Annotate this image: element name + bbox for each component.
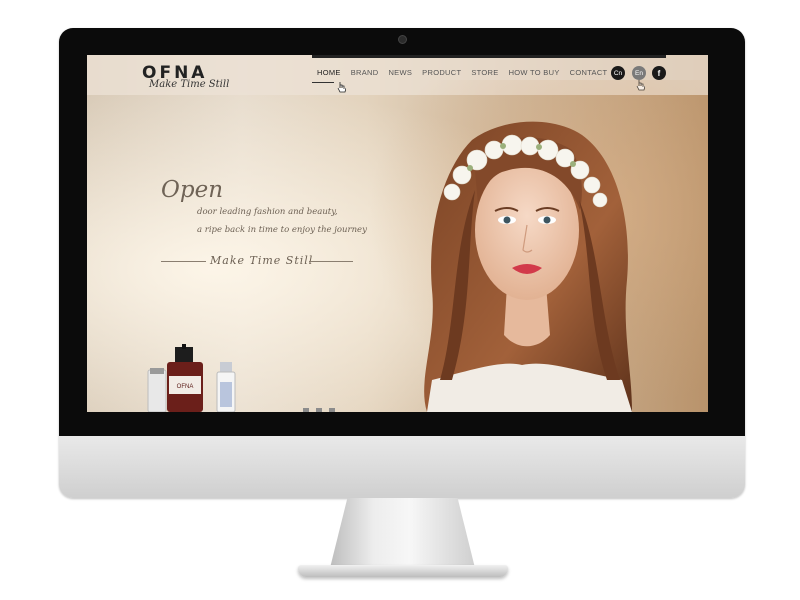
nav-item-home[interactable]: HOME — [312, 68, 346, 77]
slider-dot[interactable] — [303, 408, 309, 412]
monitor-base — [298, 565, 508, 577]
product-label: OFNA — [177, 384, 194, 390]
facebook-icon[interactable]: f — [652, 66, 666, 80]
nav-item-news[interactable]: NEWS — [383, 68, 417, 77]
nav-item-how-to-buy[interactable]: HOW TO BUY — [504, 68, 565, 77]
monitor-chin — [59, 436, 745, 498]
language-en-button[interactable]: En — [632, 66, 646, 80]
product-bottles-image: OFNA — [147, 344, 236, 412]
camera-icon — [398, 35, 407, 44]
slider-dot[interactable] — [329, 408, 335, 412]
nav-item-brand[interactable]: BRAND — [346, 68, 384, 77]
slider-dot[interactable] — [316, 408, 322, 412]
language-cn-button[interactable]: Cn — [611, 66, 625, 80]
monitor-stand — [330, 498, 475, 568]
hero-rule-left — [161, 261, 206, 262]
website-screen: OFNA Make Time Still HOME BRAND NEWS PRO… — [87, 55, 708, 412]
model-portrait-image — [332, 80, 708, 412]
nav-item-store[interactable]: STORE — [466, 68, 503, 77]
hero-script-title: Open — [161, 177, 224, 203]
nav-item-product[interactable]: PRODUCT — [417, 68, 466, 77]
hero-slogan: Make Time Still — [210, 254, 314, 267]
hero-line-1: door leading fashion and beauty, — [197, 207, 338, 217]
slider-dots — [303, 408, 335, 412]
brand-tagline: Make Time Still — [149, 79, 230, 90]
nav-item-contact[interactable]: CONTACT — [565, 68, 613, 77]
nav-top-rule — [312, 55, 666, 58]
main-nav: HOME BRAND NEWS PRODUCT STORE HOW TO BUY… — [312, 68, 612, 77]
nav-active-underline — [312, 82, 334, 83]
